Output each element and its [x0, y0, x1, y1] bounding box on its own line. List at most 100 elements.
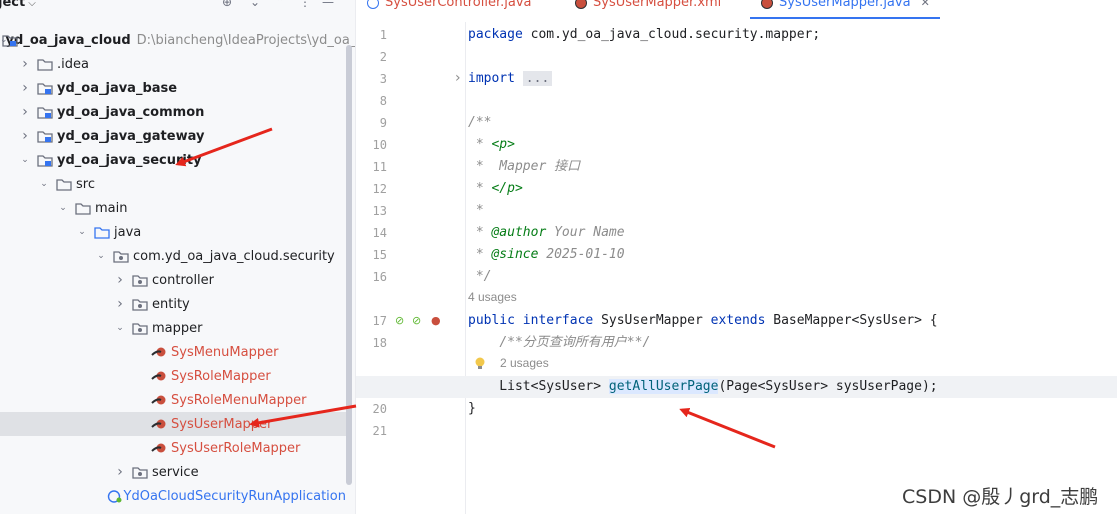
mapper-interface-icon	[761, 0, 773, 9]
chevron-down-icon[interactable]: ⌄	[38, 179, 50, 189]
code-line[interactable]: * Mapper 接口	[468, 156, 580, 178]
implemented-icon[interactable]: ⊘	[412, 314, 421, 327]
code-line[interactable]: /**分页查询所有用户**/	[468, 332, 650, 354]
tree-item[interactable]: › yd_oa_java_base	[0, 76, 346, 100]
folder-icon	[75, 202, 91, 215]
chevron-right-icon[interactable]: ›	[114, 272, 126, 288]
code-editor[interactable]: 123›891011121314151617⊘⊘●1819●2021 packa…	[356, 22, 1117, 514]
chevron-right-icon[interactable]: ›	[19, 128, 31, 144]
line-number: 1	[379, 28, 387, 42]
tree-item[interactable]: SysUserMapper	[0, 412, 346, 436]
tree-item[interactable]: SysMenuMapper	[0, 340, 346, 364]
chevron-down-icon[interactable]: ⌄	[114, 323, 126, 333]
editor-tab[interactable]: SysUserMapper.java ✕	[761, 0, 930, 10]
tree-item[interactable]: ⌄ com.yd_oa_java_cloud.security	[0, 244, 346, 268]
code-line[interactable]: }	[468, 398, 476, 420]
tree-item-label: service	[152, 464, 199, 480]
code-token: *	[468, 181, 492, 196]
expand-all-icon[interactable]: ⌄	[250, 0, 260, 9]
code-token: /**分页查询所有用户**/	[499, 335, 651, 350]
close-icon[interactable]: ✕	[921, 0, 930, 9]
line-number: 11	[372, 160, 387, 174]
tree-item-label: src	[76, 176, 95, 192]
implemented-icon[interactable]: ⊘	[395, 314, 404, 327]
tree-item[interactable]: SysUserRoleMapper	[0, 436, 346, 460]
folded-imports[interactable]: ...	[522, 71, 553, 86]
chevron-right-icon[interactable]: ›	[455, 70, 461, 86]
project-scrollbar[interactable]	[346, 45, 352, 485]
line-number: 21	[372, 424, 387, 438]
tree-item-label: entity	[152, 296, 190, 312]
active-tab-indicator	[750, 17, 940, 19]
module-icon	[37, 130, 53, 143]
tree-item[interactable]: › yd_oa_java_gateway	[0, 124, 346, 148]
collapse-all-icon[interactable]: ⌃	[275, 0, 285, 9]
tree-item-label: java	[114, 224, 142, 240]
tree-item[interactable]: › yd_oa_java_common	[0, 100, 346, 124]
options-icon[interactable]: ⋮	[299, 0, 311, 9]
tree-item[interactable]: YdOaCloudSecurityRunApplication	[0, 484, 346, 508]
chevron-down-icon[interactable]: ⌄	[76, 227, 88, 237]
code-line[interactable]: public interface SysUserMapper extends B…	[468, 310, 938, 332]
code-line[interactable]: * <p>	[468, 134, 515, 156]
chevron-right-icon[interactable]: ›	[114, 464, 126, 480]
code-line[interactable]: * @since 2025-01-10	[468, 244, 625, 266]
chevron-right-icon[interactable]: ›	[19, 80, 31, 96]
tree-item[interactable]: ⌄ main	[0, 196, 346, 220]
tree-item[interactable]: › service	[0, 460, 346, 484]
code-token: }	[468, 401, 476, 416]
usages-hint[interactable]: 2 usages	[500, 356, 549, 370]
line-number: 14	[372, 226, 387, 240]
module-icon	[37, 106, 53, 119]
tree-item[interactable]: › controller	[0, 268, 346, 292]
mapper-icon	[151, 418, 167, 431]
hide-icon[interactable]: —	[322, 0, 334, 9]
chevron-down-icon[interactable]: ⌄	[95, 251, 107, 261]
code-line[interactable]: *	[468, 200, 484, 222]
method-name: getAllUserPage	[608, 379, 719, 394]
line-number: 10	[372, 138, 387, 152]
tree-item[interactable]: ⌄ src	[0, 172, 346, 196]
code-token: public interface	[468, 313, 602, 328]
code-token: *	[468, 225, 492, 240]
chevron-right-icon[interactable]: ›	[19, 104, 31, 120]
tree-item[interactable]: SysRoleMenuMapper	[0, 388, 346, 412]
mapper-icon	[151, 442, 167, 455]
mapper-icon[interactable]: ●	[431, 314, 441, 327]
tree-item[interactable]: SysRoleMapper	[0, 364, 346, 388]
tree-item-label: yd_oa_java_base	[57, 80, 178, 96]
tree-item[interactable]: ⌄ yd_oa_java_security	[0, 148, 346, 172]
usages-hint[interactable]: 4 usages	[468, 290, 517, 304]
editor-tab-label: SysUserMapper.java	[779, 0, 911, 10]
tree-item[interactable]: ⌄ mapper	[0, 316, 346, 340]
code-token: com.yd_oa_java_cloud.security.mapper;	[530, 27, 821, 42]
project-view-selector[interactable]: ject ⌵	[0, 0, 36, 10]
code-line[interactable]: /**	[468, 112, 491, 134]
code-line[interactable]: * @author Your Name	[468, 222, 625, 244]
project-tool-window: ject ⌵ ⊕ ⌄ ⌃ ⋮ — ⌄ yd_oa_java_cloud D:\bian…	[0, 0, 356, 514]
code-line[interactable]: package com.yd_oa_java_cloud.security.ma…	[468, 24, 820, 46]
chevron-down-icon[interactable]: ⌄	[19, 155, 31, 165]
tree-item-label: mapper	[152, 320, 203, 336]
code-line[interactable]: import ...	[468, 68, 553, 90]
editor-tab[interactable]: SysUserMapper.xml	[575, 0, 721, 10]
tree-item[interactable]: › entity	[0, 292, 346, 316]
tree-item[interactable]: ⌄ java	[0, 220, 346, 244]
line-number: 9	[379, 116, 387, 130]
code-token: BaseMapper<SysUser> {	[773, 313, 938, 328]
chevron-down-icon[interactable]: ⌄	[57, 203, 69, 213]
locate-icon[interactable]: ⊕	[222, 0, 232, 9]
tree-item-label: SysRoleMapper	[171, 368, 271, 384]
chevron-right-icon[interactable]: ›	[114, 296, 126, 312]
code-line[interactable]: List<SysUser> getAllUserPage(Page<SysUse…	[468, 376, 938, 398]
lightbulb-icon[interactable]	[475, 357, 485, 369]
code-token: *	[468, 137, 492, 152]
tree-item[interactable]: ⌄ yd_oa_java_cloud D:\biancheng\IdeaProjec…	[0, 28, 355, 52]
editor-tab[interactable]: SysUserController.java	[367, 0, 531, 10]
chevron-right-icon[interactable]: ›	[19, 56, 31, 72]
code-line[interactable]: */	[468, 266, 492, 288]
line-number: 16	[372, 270, 387, 284]
code-line[interactable]: * </p>	[468, 178, 523, 200]
tree-item[interactable]: › .idea	[0, 52, 346, 76]
code-token: package	[468, 27, 531, 42]
